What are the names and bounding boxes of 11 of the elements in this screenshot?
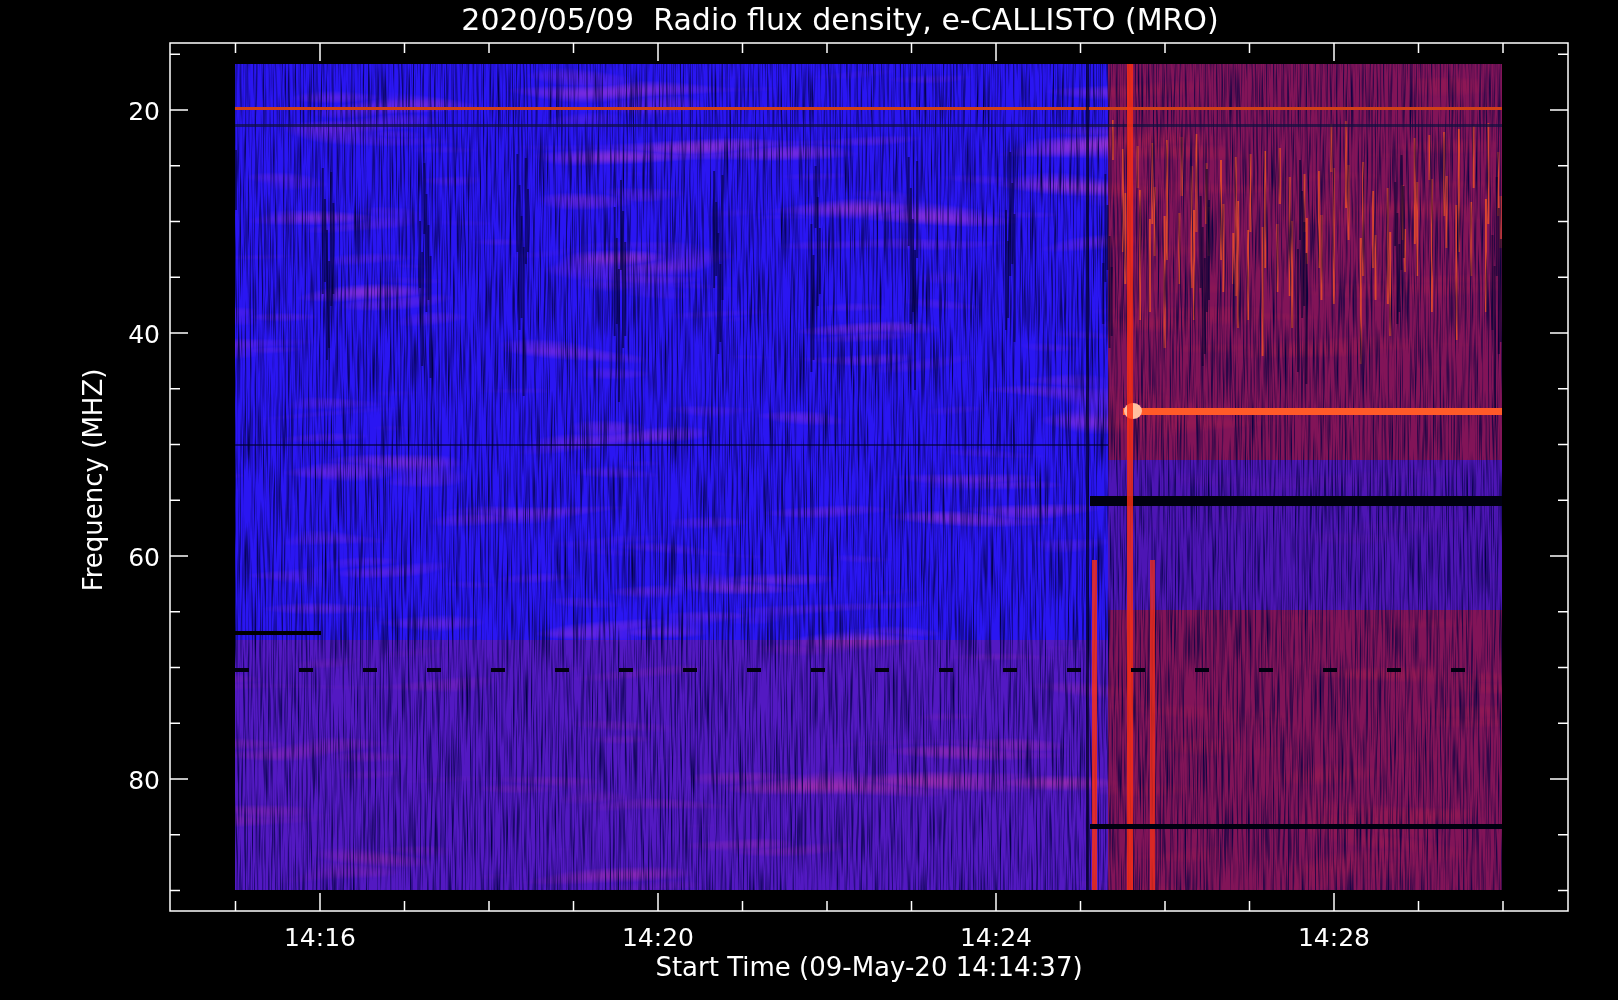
axis-tick-label: 60 (128, 543, 160, 572)
axis-tick-label: 20 (128, 97, 160, 126)
axis-tick-label: 40 (128, 320, 160, 349)
axis-tick-label: 14:16 (284, 923, 356, 952)
axis-tick-label: 80 (128, 766, 160, 795)
axis-tick-label: 14:28 (1298, 923, 1370, 952)
plot-title: 2020/05/09 Radio flux density, e-CALLISTO (MRO) (461, 2, 1219, 37)
x-axis-label: Start Time (09-May-20 14:14:37) (655, 952, 1083, 982)
y-axis-label: Frequency (MHZ) (78, 368, 108, 592)
axis-tick-label: 14:24 (960, 923, 1032, 952)
axis-tick-label: 14:20 (622, 923, 694, 952)
